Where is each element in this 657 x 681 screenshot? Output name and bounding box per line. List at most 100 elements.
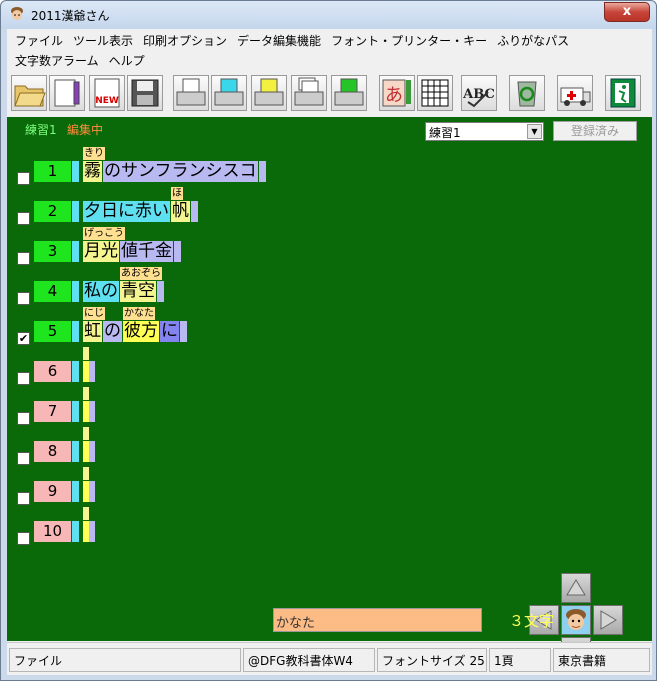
text-segment[interactable]: 青空 [120, 281, 156, 302]
row-start-marker [72, 361, 79, 382]
print-cyan-icon[interactable] [211, 75, 247, 111]
status-publisher: 東京書籍 [553, 648, 650, 672]
row-start-marker [72, 281, 79, 302]
print-icon-graphic [176, 78, 206, 106]
up-arrow-icon[interactable] [561, 573, 591, 603]
chevron-down-icon[interactable]: ▼ [527, 124, 542, 139]
grid-icon[interactable] [417, 75, 453, 111]
svg-text:あ: あ [385, 85, 403, 106]
row-number[interactable]: 2 [34, 201, 71, 222]
text-segment[interactable]: 私の [83, 281, 119, 302]
furigana-input[interactable]: かなた [273, 608, 482, 632]
row-end-marker [89, 361, 95, 382]
row-checkbox[interactable] [17, 492, 30, 505]
status-font: @DFG教科書体W4 [243, 648, 375, 672]
print-green-icon[interactable] [331, 75, 367, 111]
row-number[interactable]: 9 [34, 481, 71, 502]
row-checkbox[interactable] [17, 372, 30, 385]
status-page: 1頁 [489, 648, 551, 672]
row-checkbox[interactable] [17, 212, 30, 225]
menu-item[interactable]: 印刷オプション [141, 31, 235, 51]
row-checkbox[interactable] [17, 172, 30, 185]
row-number[interactable]: 6 [34, 361, 71, 382]
register-button[interactable]: 登録済み [553, 121, 637, 141]
row-furigana-marker [83, 347, 89, 360]
row-number[interactable]: 3 [34, 241, 71, 262]
text-segment[interactable]: 帆 [171, 201, 190, 222]
recycle-bin-icon-graphic [517, 81, 537, 107]
row-number[interactable]: 8 [34, 441, 71, 462]
row-end-marker [191, 201, 198, 222]
row-number[interactable]: 10 [34, 521, 71, 542]
editor-row: 2 夕日に赤い帆ほ [7, 187, 652, 227]
menu-item[interactable]: ツール表示 [71, 31, 141, 51]
row-number[interactable]: 5 [34, 321, 71, 342]
character-count: ３文字 [509, 612, 555, 630]
open-folder-icon[interactable] [11, 75, 47, 111]
right-arrow-icon[interactable] [593, 605, 623, 635]
row-checkbox[interactable] [17, 292, 30, 305]
pencil-page-icon[interactable] [49, 75, 85, 111]
text-segment[interactable]: 値千金 [120, 241, 173, 262]
row-end-marker [174, 241, 181, 262]
row-number[interactable]: 7 [34, 401, 71, 422]
text-segment[interactable]: 彼方 [123, 321, 159, 342]
row-end-marker [89, 481, 95, 502]
row-end-marker [180, 321, 187, 342]
furigana-label: あおぞら [120, 267, 162, 280]
title-bar: 2011漢爺さん x [1, 1, 656, 29]
print-cyan-icon-graphic [214, 78, 244, 106]
text-segment[interactable]: 夕日に赤い [83, 201, 170, 222]
text-segment[interactable]: に [160, 321, 179, 342]
row-checkbox[interactable] [17, 252, 30, 265]
print-green-icon-graphic [334, 78, 364, 106]
text-segment[interactable]: 虹 [83, 321, 102, 342]
toolbar: NEW あ ABC [7, 73, 652, 115]
character-icon[interactable] [561, 605, 591, 635]
menu-item[interactable]: ファイル [13, 31, 71, 51]
menu-item[interactable]: ヘルプ [107, 51, 153, 71]
exercise-select-value: 練習1 [429, 126, 461, 140]
recycle-bin-icon[interactable] [509, 75, 545, 111]
app-window: 2011漢爺さん x ファイル ツール表示 印刷オプション データ編集機能 フォント・プ… [0, 0, 657, 681]
text-segment[interactable]: 霧 [83, 161, 102, 182]
row-furigana-marker [83, 467, 89, 480]
row-checkbox[interactable]: ✔ [17, 332, 30, 345]
row-checkbox[interactable] [17, 412, 30, 425]
exit-icon-graphic [610, 78, 636, 108]
save-disk-icon[interactable] [127, 75, 163, 111]
a-pen-icon[interactable]: あ [379, 75, 415, 111]
row-checkbox[interactable] [17, 452, 30, 465]
abc-spell-icon[interactable]: ABC [461, 75, 497, 111]
row-furigana-marker [83, 387, 89, 400]
exercise-select[interactable]: 練習1 ▼ [425, 122, 544, 141]
new-page-icon[interactable]: NEW [89, 75, 125, 111]
exit-icon[interactable] [605, 75, 641, 111]
menu-item[interactable]: データ編集機能 [235, 31, 329, 51]
print-yellow-icon[interactable] [251, 75, 287, 111]
text-segment[interactable]: の [103, 321, 122, 342]
menu-item[interactable]: 文字数アラーム [13, 51, 107, 71]
row-start-marker [72, 481, 79, 502]
row-checkbox[interactable] [17, 532, 30, 545]
row-number[interactable]: 1 [34, 161, 71, 182]
row-start-marker [72, 521, 79, 542]
ambulance-icon[interactable] [557, 75, 593, 111]
text-segment[interactable]: のサンフランシスコ [103, 161, 258, 182]
editor-row: 4 私の 青空 あおぞら [7, 267, 652, 307]
row-end-marker [89, 521, 95, 542]
row-start-marker [72, 161, 79, 182]
editor-row: 9 [7, 467, 652, 507]
pencil-page-icon-graphic [54, 79, 80, 107]
print-multi-icon[interactable] [291, 75, 327, 111]
row-number[interactable]: 4 [34, 281, 71, 302]
editor-row: 8 [7, 427, 652, 467]
a-pen-icon-graphic: あ [382, 79, 411, 107]
menu-item[interactable]: フォント・プリンター・キー [329, 31, 495, 51]
text-segment[interactable]: 月光 [83, 241, 119, 262]
row-start-marker [72, 201, 79, 222]
client-area: ファイル ツール表示 印刷オプション データ編集機能 フォント・プリンター・キー ふりがな… [7, 29, 652, 675]
print-icon[interactable] [173, 75, 209, 111]
close-button[interactable]: x [604, 2, 650, 22]
menu-item[interactable]: ふりがなパス [495, 31, 577, 51]
